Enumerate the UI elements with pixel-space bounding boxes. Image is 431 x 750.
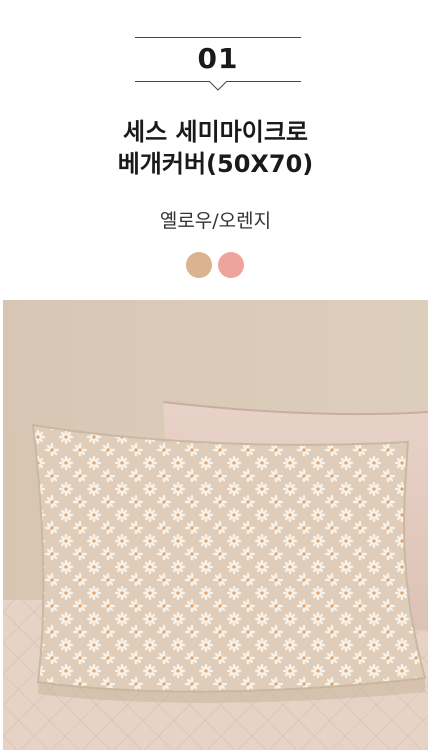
- section-number: 01: [197, 42, 239, 75]
- badge-top-rule: [135, 37, 301, 38]
- swatch-orange[interactable]: [218, 252, 244, 278]
- product-photo-illustration: [3, 300, 428, 750]
- section-number-badge: 01: [135, 37, 301, 91]
- swatch-yellow[interactable]: [186, 252, 212, 278]
- color-swatches: [186, 252, 246, 278]
- product-title-line-1: 세스 세미마이크로: [123, 118, 308, 146]
- color-name: 옐로우/오렌지: [159, 210, 272, 232]
- product-title: 세스 세미마이크로 베개커버(50X70): [0, 116, 431, 180]
- badge-notch-icon: [209, 81, 227, 91]
- product-photo: [3, 300, 428, 750]
- product-title-line-2: 베개커버(50X70): [117, 150, 314, 178]
